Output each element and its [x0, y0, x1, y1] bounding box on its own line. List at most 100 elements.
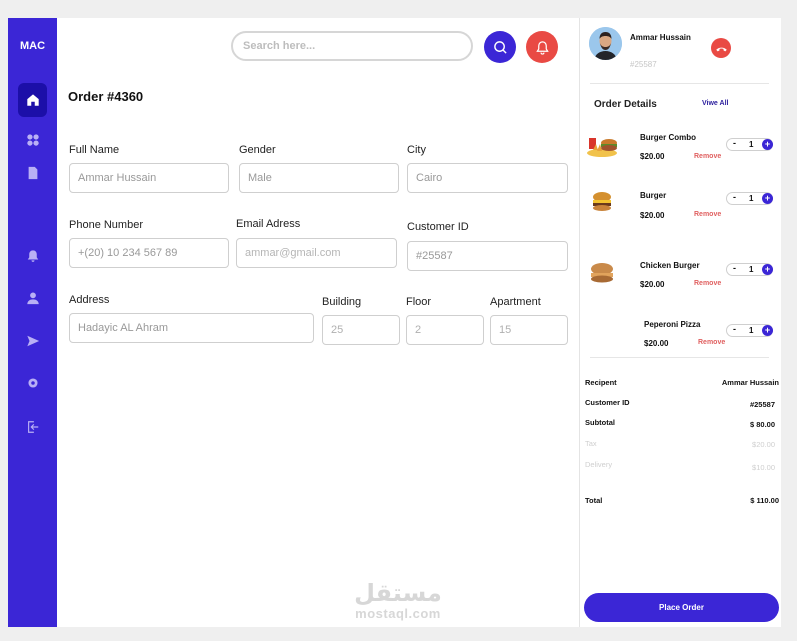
send-icon	[26, 335, 39, 347]
quantity-value: 1	[749, 194, 754, 203]
order-summary-panel: Ammar Hussain #25587 Order Details Viwe …	[579, 18, 781, 627]
address-field[interactable]: Hadayic AL Ahram	[69, 313, 314, 343]
remove-item-button[interactable]: Remove	[694, 211, 721, 218]
floor-label: Floor	[406, 296, 432, 308]
search-input[interactable]	[231, 31, 473, 61]
item-name: Burger Combo	[640, 133, 696, 142]
remove-item-button[interactable]: Remove	[698, 339, 725, 346]
end-call-button[interactable]	[711, 38, 731, 58]
quantity-stepper: - 1 +	[726, 192, 773, 205]
building-label: Building	[322, 296, 362, 308]
total-value: $ 110.00	[750, 496, 779, 505]
decrease-quantity-button[interactable]: -	[733, 263, 736, 273]
customer-id-field[interactable]: #25587	[407, 241, 568, 271]
building-field[interactable]: 25	[322, 315, 400, 345]
watermark-latin: mostaql.com	[355, 606, 441, 621]
logout-icon	[27, 421, 38, 433]
search-button[interactable]	[484, 31, 516, 63]
quantity-stepper: - 1 +	[726, 138, 773, 151]
divider	[590, 357, 769, 358]
full-name-field[interactable]: Ammar Hussain	[69, 163, 229, 193]
bell-icon	[27, 250, 38, 262]
sidebar-item-logout[interactable]	[18, 410, 47, 444]
tax-value: $20.00	[752, 440, 775, 449]
place-order-button[interactable]: Place Order	[584, 593, 779, 622]
decrease-quantity-button[interactable]: -	[733, 324, 736, 334]
phone-label: Phone Number	[69, 219, 143, 231]
burger-image-icon	[593, 192, 611, 211]
subtotal-value: $ 80.00	[749, 420, 775, 429]
city-field[interactable]: Cairo	[407, 163, 568, 193]
sidebar-item-profile[interactable]	[18, 281, 47, 315]
quantity-stepper: - 1 +	[726, 263, 773, 276]
sidebar-item-documents[interactable]	[18, 156, 47, 190]
floor-field[interactable]: 2	[406, 315, 484, 345]
sidebar-item-notifications[interactable]	[18, 239, 47, 273]
user-icon	[26, 292, 39, 305]
order-form-panel: Order #4360 Full Name Ammar Hussain Gend…	[57, 18, 579, 627]
avatar-image-icon	[589, 27, 622, 60]
delivery-value: $10.00	[752, 463, 775, 472]
sidebar: MAC	[8, 18, 57, 627]
item-price: $20.00	[640, 211, 665, 220]
app-logo: MAC	[19, 40, 46, 52]
summary-customer-id-value: #25587	[749, 400, 775, 409]
increase-quantity-button[interactable]: +	[762, 193, 773, 204]
item-name: Burger	[640, 191, 667, 200]
item-name: Peperoni Pizza	[644, 320, 701, 329]
watermark-arabic: مستقل	[354, 579, 442, 607]
recipient-label: Recipent	[585, 378, 617, 387]
tax-label: Tax	[585, 439, 597, 448]
chicken-burger-image-icon	[591, 263, 613, 283]
sidebar-item-home[interactable]	[18, 83, 47, 117]
phone-hangup-icon	[715, 47, 727, 51]
burger-combo-image-icon	[587, 135, 617, 157]
delivery-label: Delivery	[585, 460, 613, 469]
summary-customer-id-label: Customer ID	[585, 398, 630, 407]
quantity-value: 1	[749, 326, 754, 335]
settings-icon	[27, 378, 38, 388]
bell-icon	[535, 40, 549, 55]
customer-id: #25587	[630, 60, 657, 69]
quantity-value: 1	[749, 140, 754, 149]
item-price: $20.00	[640, 280, 665, 289]
sidebar-item-dashboard[interactable]	[18, 123, 47, 157]
decrease-quantity-button[interactable]: -	[733, 138, 736, 148]
recipient-value: Ammar Hussain	[721, 378, 779, 387]
customer-id-label: Customer ID	[407, 221, 469, 233]
customer-name: Ammar Hussain	[630, 33, 691, 42]
increase-quantity-button[interactable]: +	[762, 264, 773, 275]
gender-label: Gender	[239, 144, 276, 156]
watermark: مستقل mostaql.com	[343, 580, 453, 621]
phone-field[interactable]: +(20) 10 234 567 89	[69, 238, 229, 268]
city-label: City	[407, 144, 426, 156]
avatar	[589, 27, 622, 60]
divider	[590, 83, 769, 84]
decrease-quantity-button[interactable]: -	[733, 192, 736, 202]
sidebar-item-settings[interactable]	[18, 366, 47, 400]
quantity-value: 1	[749, 265, 754, 274]
full-name-label: Full Name	[69, 144, 120, 156]
email-field[interactable]: ammar@gmail.com	[236, 238, 397, 268]
apartment-field[interactable]: 15	[490, 315, 568, 345]
notification-button[interactable]	[526, 31, 558, 63]
order-details-title: Order Details	[594, 99, 657, 110]
address-label: Address	[69, 294, 110, 306]
view-all-link[interactable]: Viwe All	[702, 100, 728, 107]
sidebar-item-messages[interactable]	[18, 324, 47, 358]
home-icon	[26, 94, 39, 106]
item-price: $20.00	[644, 339, 669, 348]
total-label: Total	[585, 496, 603, 505]
remove-item-button[interactable]: Remove	[694, 153, 721, 160]
grid-icon	[26, 134, 39, 146]
gender-field[interactable]: Male	[239, 163, 399, 193]
search-icon	[493, 40, 507, 54]
increase-quantity-button[interactable]: +	[762, 139, 773, 150]
subtotal-label: Subtotal	[585, 418, 615, 427]
quantity-stepper: - 1 +	[726, 324, 773, 337]
remove-item-button[interactable]: Remove	[694, 280, 721, 287]
item-name: Chicken Burger	[640, 261, 700, 270]
email-label: Email Adress	[236, 218, 301, 230]
increase-quantity-button[interactable]: +	[762, 325, 773, 336]
apartment-label: Apartment	[490, 296, 541, 308]
